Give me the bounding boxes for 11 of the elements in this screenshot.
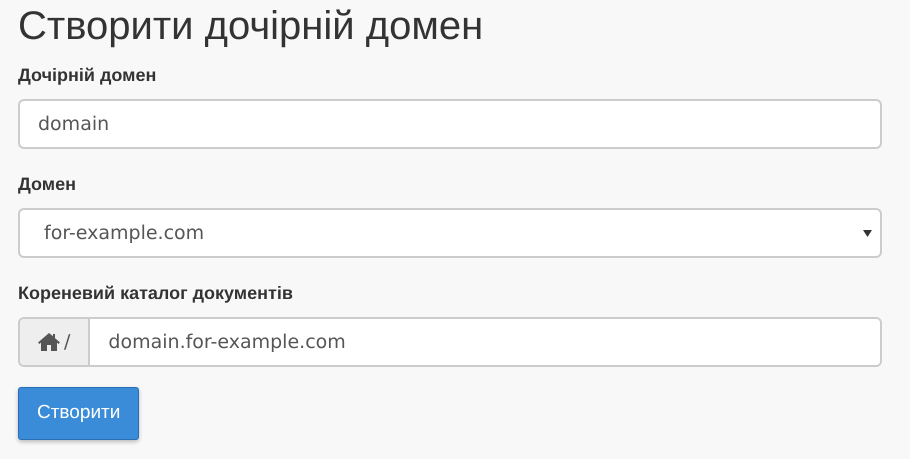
- field-label: Кореневий каталог документів: [18, 282, 293, 305]
- create-button[interactable]: Створити: [18, 387, 140, 440]
- path-field[interactable]: / domain.for-example.com: [18, 317, 882, 367]
- prefix-text: /: [64, 330, 70, 355]
- domain-select[interactable]: for-example.com: [18, 208, 882, 258]
- caret-icon: [863, 230, 872, 236]
- field-label: Домен: [18, 173, 76, 196]
- text-field[interactable]: domain: [18, 99, 882, 149]
- field-label: Дочірній домен: [18, 64, 156, 87]
- page-title: Створити дочірній домен: [18, 3, 484, 50]
- home-icon: [38, 333, 60, 351]
